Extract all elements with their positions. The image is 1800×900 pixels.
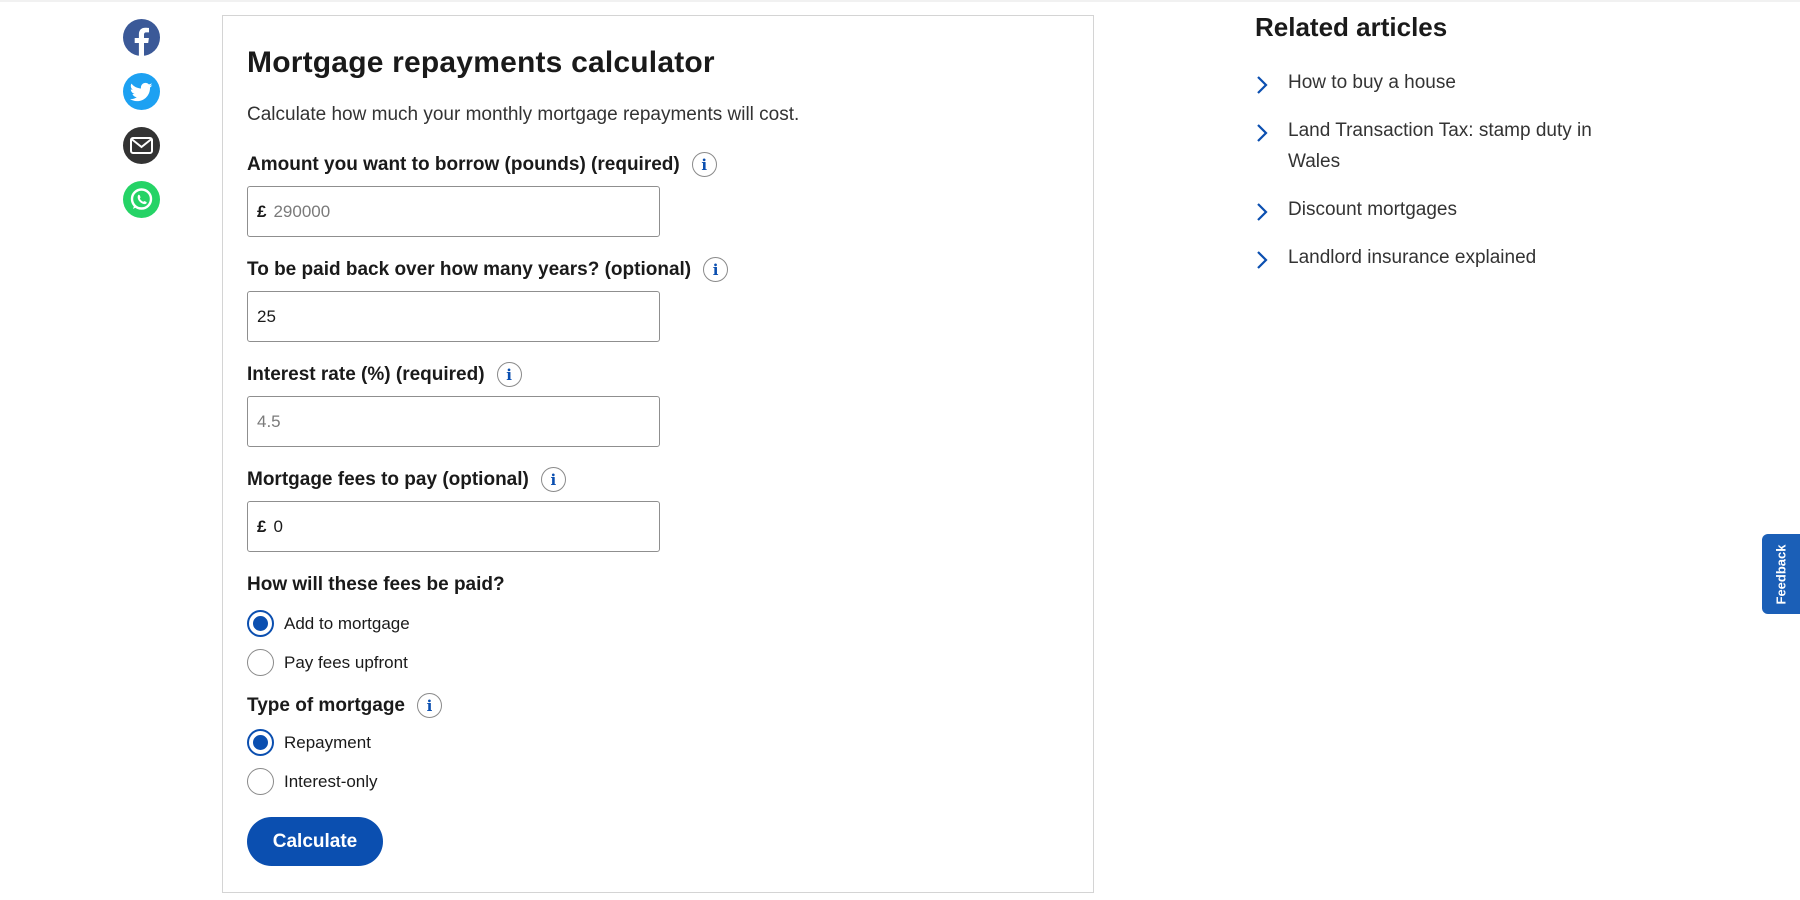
fees-label-row: Mortgage fees to pay (optional) i bbox=[247, 467, 566, 492]
feedback-tab[interactable]: Feedback bbox=[1762, 534, 1800, 614]
related-articles-title: Related articles bbox=[1255, 12, 1448, 42]
chevron-right-icon bbox=[1257, 76, 1268, 94]
related-article-link[interactable]: Discount mortgages bbox=[1288, 194, 1457, 225]
twitter-icon bbox=[129, 82, 153, 102]
rate-label: Interest rate (%) (required) bbox=[247, 363, 485, 385]
top-divider bbox=[0, 0, 1800, 2]
fee-payment-label: How will these fees be paid? bbox=[247, 574, 505, 595]
years-info-icon[interactable]: i bbox=[703, 257, 729, 282]
email-icon bbox=[130, 137, 153, 154]
email-share-button[interactable] bbox=[123, 127, 160, 164]
radio-label: Repayment bbox=[284, 732, 371, 752]
whatsapp-share-button[interactable] bbox=[123, 181, 160, 218]
years-input[interactable] bbox=[257, 306, 597, 327]
mortgage-type-label: Type of mortgage bbox=[247, 694, 405, 716]
feedback-label: Feedback bbox=[1773, 544, 1789, 604]
years-label-row: To be paid back over how many years? (op… bbox=[247, 257, 729, 282]
related-articles: Related articles How to buy a house Land… bbox=[1255, 12, 1655, 269]
related-article-item[interactable]: Land Transaction Tax: stamp duty in Wale… bbox=[1255, 120, 1655, 177]
radio-interest-only[interactable]: Interest-only bbox=[247, 768, 378, 795]
radio-button-checked[interactable] bbox=[247, 729, 274, 756]
fees-input[interactable] bbox=[273, 516, 614, 537]
facebook-icon bbox=[134, 27, 149, 56]
fees-currency-prefix: £ bbox=[257, 516, 267, 536]
radio-label: Pay fees upfront bbox=[284, 652, 408, 672]
borrow-currency-prefix: £ bbox=[257, 201, 267, 221]
fees-info-icon[interactable]: i bbox=[540, 467, 566, 492]
mortgage-type-label-row: Type of mortgage i bbox=[247, 693, 442, 718]
borrow-field[interactable]: £ bbox=[247, 186, 660, 237]
radio-button-checked[interactable] bbox=[247, 610, 274, 637]
related-article-item[interactable]: How to buy a house bbox=[1255, 72, 1655, 98]
years-label: To be paid back over how many years? (op… bbox=[247, 258, 692, 280]
years-field[interactable] bbox=[247, 291, 660, 342]
borrow-label-row: Amount you want to borrow (pounds) (requ… bbox=[247, 152, 717, 177]
radio-label: Add to mortgage bbox=[284, 613, 410, 633]
rate-label-row: Interest rate (%) (required) i bbox=[247, 362, 522, 387]
radio-button[interactable] bbox=[247, 768, 274, 795]
fees-field[interactable]: £ bbox=[247, 501, 660, 552]
borrow-label: Amount you want to borrow (pounds) (requ… bbox=[247, 153, 680, 175]
mortgage-type-info-icon[interactable]: i bbox=[417, 693, 442, 718]
related-article-link[interactable]: Landlord insurance explained bbox=[1288, 242, 1536, 273]
related-articles-list: How to buy a house Land Transaction Tax:… bbox=[1255, 72, 1655, 295]
related-article-item[interactable]: Discount mortgages bbox=[1255, 199, 1655, 225]
calculator-intro: Calculate how much your monthly mortgage… bbox=[247, 104, 800, 125]
share-bar bbox=[123, 19, 161, 235]
rate-field[interactable] bbox=[247, 396, 660, 447]
fees-label: Mortgage fees to pay (optional) bbox=[247, 468, 529, 490]
radio-pay-fees-upfront[interactable]: Pay fees upfront bbox=[247, 649, 408, 676]
related-article-link[interactable]: Land Transaction Tax: stamp duty in Wale… bbox=[1288, 115, 1618, 177]
chevron-right-icon bbox=[1257, 251, 1268, 269]
rate-info-icon[interactable]: i bbox=[496, 362, 522, 387]
borrow-input[interactable] bbox=[273, 201, 614, 222]
related-article-link[interactable]: How to buy a house bbox=[1288, 67, 1456, 98]
borrow-info-icon[interactable]: i bbox=[691, 152, 717, 177]
calculate-button[interactable]: Calculate bbox=[247, 817, 383, 866]
calculator-title: Mortgage repayments calculator bbox=[247, 46, 715, 79]
calculator-card: Mortgage repayments calculator Calculate… bbox=[222, 15, 1094, 893]
radio-repayment[interactable]: Repayment bbox=[247, 729, 371, 756]
rate-input[interactable] bbox=[257, 411, 597, 432]
facebook-share-button[interactable] bbox=[123, 19, 160, 56]
radio-button[interactable] bbox=[247, 649, 274, 676]
chevron-right-icon bbox=[1257, 124, 1268, 142]
chevron-right-icon bbox=[1257, 203, 1268, 221]
whatsapp-icon bbox=[130, 188, 153, 210]
related-article-item[interactable]: Landlord insurance explained bbox=[1255, 247, 1655, 273]
radio-add-to-mortgage[interactable]: Add to mortgage bbox=[247, 610, 410, 637]
page: Mortgage repayments calculator Calculate… bbox=[0, 0, 1800, 900]
twitter-share-button[interactable] bbox=[123, 73, 160, 110]
radio-label: Interest-only bbox=[284, 771, 378, 791]
